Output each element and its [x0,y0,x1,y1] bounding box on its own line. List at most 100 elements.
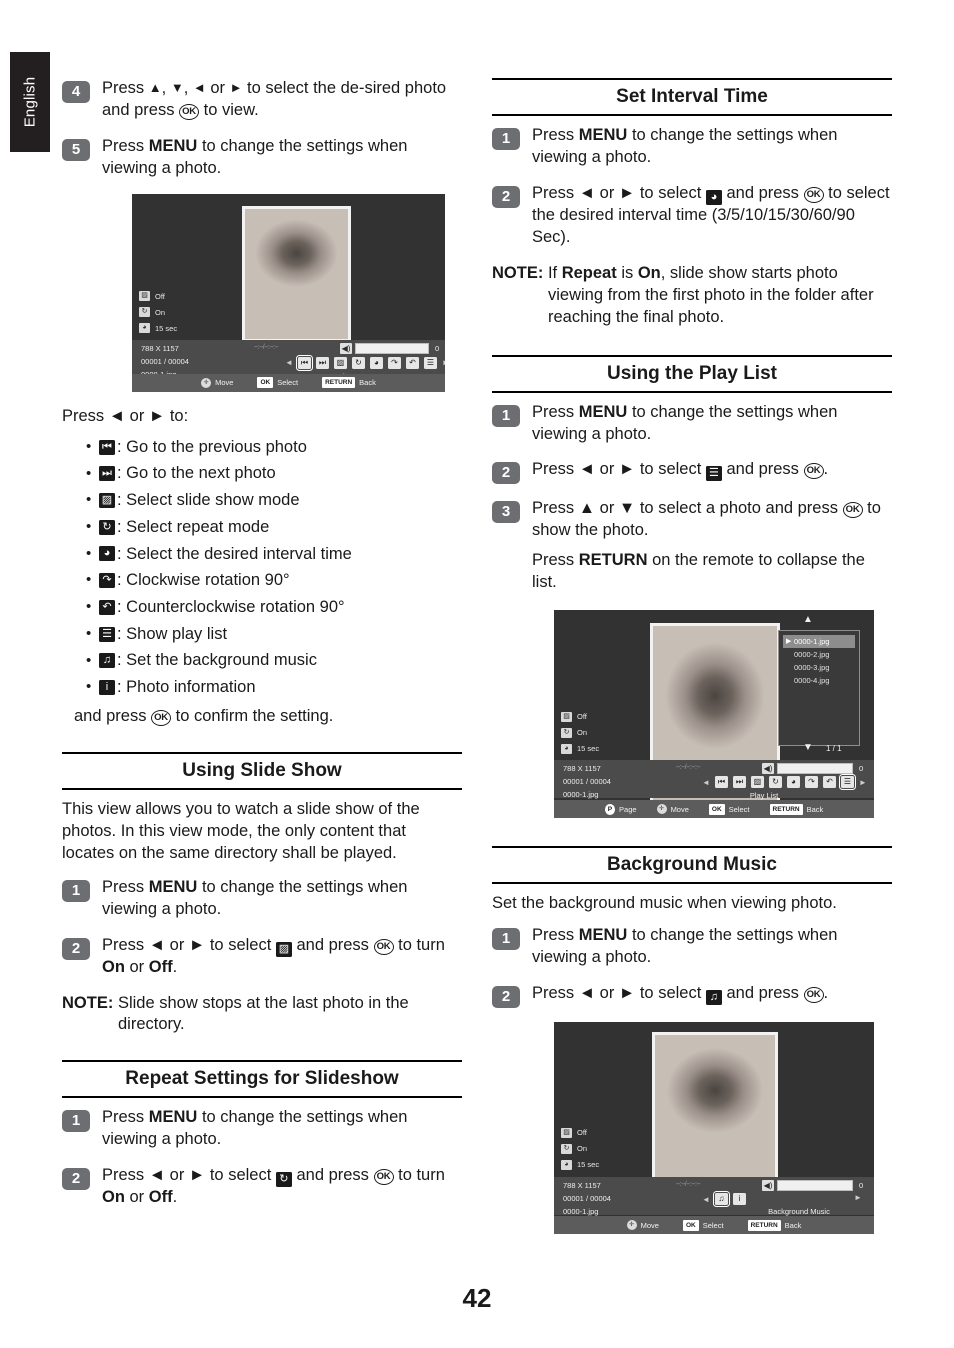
play-list-icon[interactable]: ☰ [423,356,437,369]
left-column: 4 Press ▲, ▼, ◄ or ► to select the de-si… [62,78,462,1223]
next-arrow-icon[interactable]: ► [442,358,445,367]
slideshow-icon[interactable]: ▨ [333,356,347,369]
osd-status-list: ▨ Off ↻ On ◕ 15 sec [561,710,599,758]
volume-slider[interactable] [777,763,853,775]
section-title: Background Music [492,848,892,885]
clock-icon[interactable]: ◕ [786,776,800,789]
ok-key-icon: OK [803,186,824,203]
step-number-badge: 1 [62,1110,90,1133]
clock-icon: ◕ [561,743,572,754]
status-slideshow: ▨ Off [561,710,599,723]
rotate-ccw-icon: ↶ [99,599,115,615]
page-key-icon: P [604,803,616,815]
scroll-down-indicator[interactable]: ▼ [799,742,817,753]
list-item: • ⏭: Go to the next photo [86,464,276,483]
list-item: • ▨: Select slide show mode [86,491,300,510]
step-2-text: Press ◄ or ► to select ↻ and press OK to… [102,1166,445,1207]
ok-key-icon: OK [803,463,824,480]
osd-caption: Play List [749,791,779,801]
photo-preview [242,205,351,342]
skip-next-icon[interactable]: ⏭ [315,356,329,369]
info-icon[interactable]: i [732,1193,746,1205]
music-note-icon: ♫ [99,653,115,669]
ok-key-icon: OK [682,1219,699,1231]
play-list-icon: ☰ [705,466,722,482]
step-1: 1 Press MENU to change the settings when… [492,402,892,446]
scroll-up-indicator[interactable]: ▲ [799,614,817,625]
volume-value: 0 [859,764,864,774]
ok-key-icon: OK [151,709,172,726]
section-title: Set Interval Time [492,80,892,116]
rotate-ccw-icon[interactable]: ↶ [405,356,419,369]
rotate-cw-icon[interactable]: ↷ [804,776,818,789]
next-arrow-icon[interactable]: ► [854,1193,862,1202]
tv-screenshot-photo-viewer: ▨ Off ↻ On ◕ 15 sec 788 X 1157 00001 / 0000… [132,193,445,392]
time-code: --:--/--:--:-- [676,1181,701,1188]
repeat-icon: ↻ [139,307,150,318]
slideshow-icon[interactable]: ▨ [750,776,764,789]
repeat-icon[interactable]: ↻ [351,356,365,369]
play-list-extra-note: Press RETURN on the remote to collapse t… [532,551,865,592]
tv-screenshot-play-list: ▲ ▶ 0000-1.jpg 0000-2.jpg 0000-3.jpg 0000… [554,610,874,819]
time-code: --:--/--:--:-- [676,764,701,772]
step-number-badge: 1 [492,128,520,150]
foot-back: RETURN Back [747,1219,801,1231]
clock-icon[interactable]: ◕ [369,356,383,369]
rotate-cw-icon[interactable]: ↷ [387,356,401,369]
step-2-text: Press ◄ or ► to select ♫ and press OK. [532,984,829,1005]
skip-next-icon: ⏭ [99,466,115,482]
skip-previous-icon: ⏮ [99,439,115,455]
ok-key-icon: OK [373,938,394,955]
step-4-text: Press ▲, ▼, ◄ or ► to select the de-sire… [102,79,447,120]
foot-move: ✛ Move [201,377,233,388]
dpad-icon: ✛ [626,1220,637,1230]
step-3-text: Press ▲ or ▼ to select a photo and press… [532,498,892,594]
return-key-icon: RETURN [322,377,356,389]
step-number-badge: 2 [492,185,520,208]
section-repeat-settings: Repeat Settings for Slideshow 1 Press ME… [62,1060,462,1209]
next-arrow-icon[interactable]: ► [859,778,867,787]
volume-slider[interactable] [355,342,429,354]
prev-arrow-icon[interactable]: ◄ [702,778,710,787]
slideshow-icon: ▨ [561,711,572,722]
list-item[interactable]: 0000-2.jpg [783,648,855,661]
osd-status-list: ▨ Off ↻ On ◕ 15 sec [561,1126,599,1174]
prev-arrow-icon[interactable]: ◄ [702,1195,710,1204]
step-number-badge: 1 [492,404,520,427]
list-item[interactable]: ▶ 0000-1.jpg [783,635,855,649]
osd-icon-row: ◄ ⏮ ⏭ ▨ ↻ ◕ ↷ ↶ ☰ ► [285,354,445,371]
status-slideshow: ▨ Off [561,1126,599,1139]
foot-back: RETURN Back [769,803,823,815]
list-item: • ◕: Select the desired interval time [86,544,352,563]
skip-previous-icon[interactable]: ⏮ [714,776,728,789]
status-repeat: ↻ On [561,726,599,739]
current-item-icon: ▶ [786,638,792,646]
arrow-up-icon: ▲ [148,80,162,95]
play-list-icon[interactable]: ☰ [838,774,856,791]
step-5: 5 Press MENU to change the settings when… [62,136,462,180]
prev-arrow-icon[interactable]: ◄ [285,358,293,367]
info-icon: i [99,680,115,696]
skip-next-icon[interactable]: ⏭ [732,776,746,789]
list-item: • ♫: Set the background music [86,651,317,670]
photo-resolution: 788 X 1157 [563,1181,601,1190]
section-title: Using the Play List [492,357,892,393]
skip-previous-icon[interactable]: ⏮ [295,354,313,371]
list-item[interactable]: 0000-3.jpg [783,661,855,674]
volume-slider[interactable] [777,1180,853,1191]
music-note-icon[interactable]: ♫ [712,1191,730,1207]
osd-meta: 788 X 1157 00001 / 00004 0000-1.jpg [563,1179,611,1218]
note-slide-show: NOTE: Slide show stops at the last photo… [62,993,409,1034]
step-1-text: Press MENU to change the settings when v… [532,926,838,967]
play-list-icon: ☰ [99,626,115,642]
dpad-icon: ✛ [201,377,212,388]
ok-key-icon: OK [373,1169,394,1186]
volume-value: 0 [435,343,440,353]
volume-value: 0 [859,1181,864,1190]
return-key-icon: RETURN [747,1219,781,1231]
list-item[interactable]: 0000-4.jpg [783,674,855,687]
foot-select: OK Select [708,803,750,815]
repeat-icon[interactable]: ↻ [768,776,782,789]
osd-icon-legend-list: • ⏮: Go to the previous photo • ⏭: Go to t… [62,434,462,701]
rotate-ccw-icon[interactable]: ↶ [822,776,836,789]
